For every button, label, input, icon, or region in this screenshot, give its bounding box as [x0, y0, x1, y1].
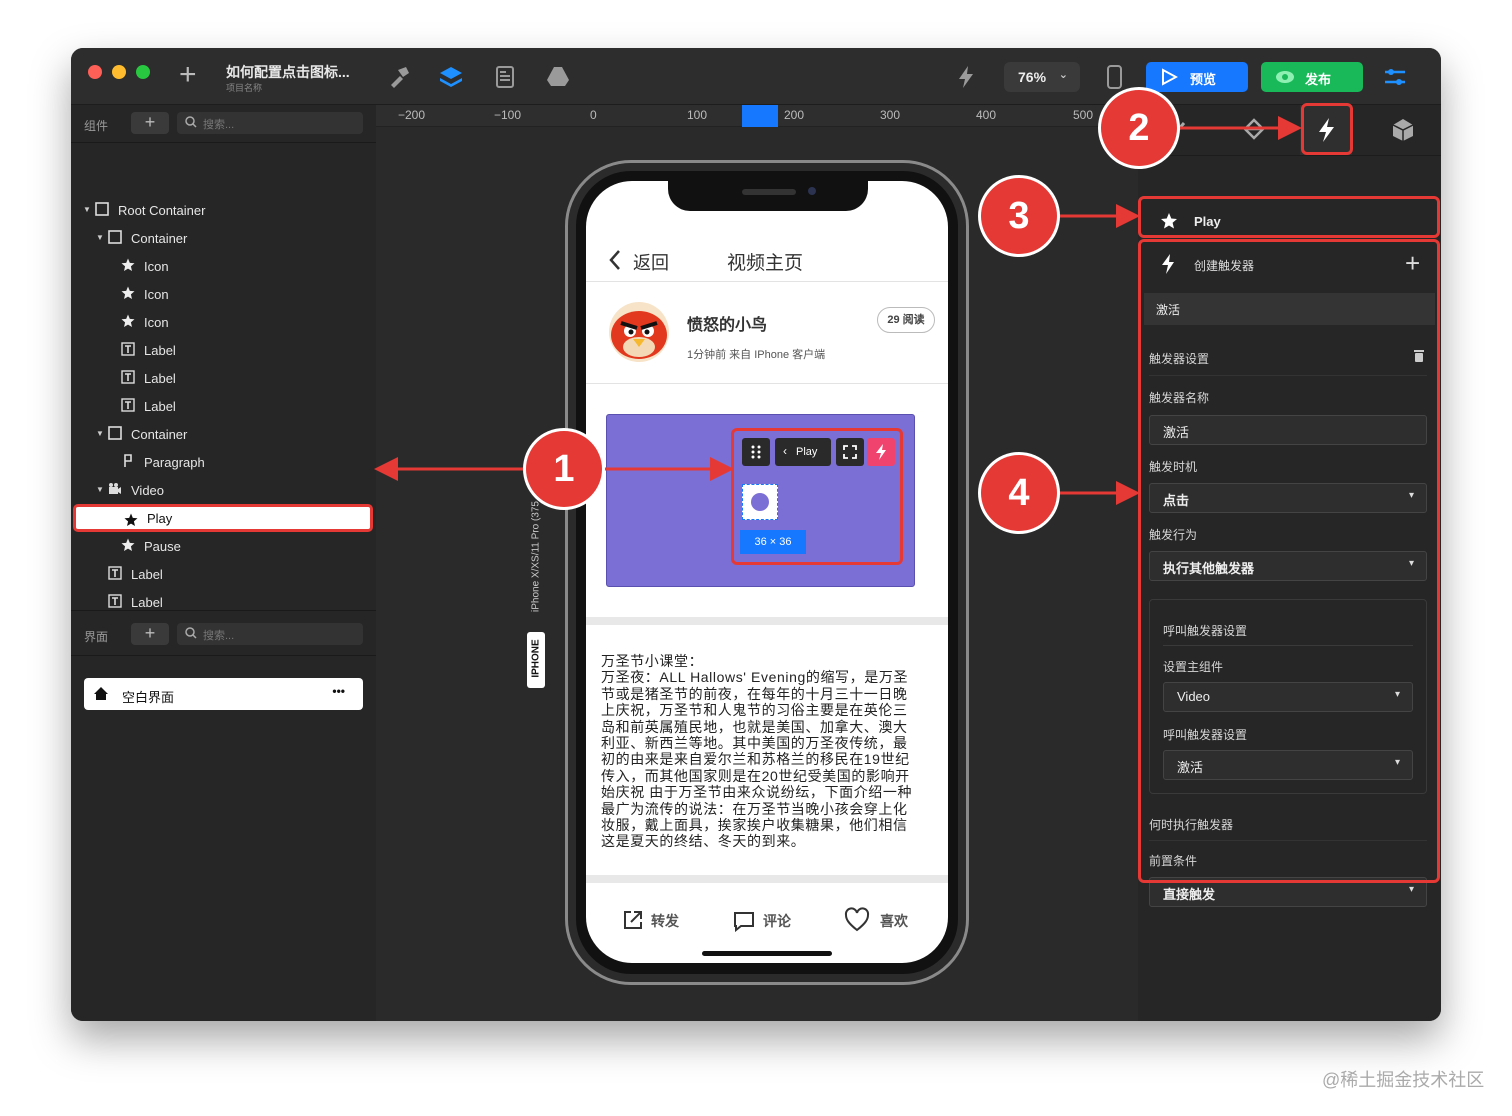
annotation-arrows	[374, 116, 1302, 505]
annotation-marker-2: 2	[1101, 90, 1177, 166]
annotation-marker-4: 4	[981, 455, 1057, 531]
annotation-marker-3: 3	[981, 178, 1057, 254]
watermark: @稀土掘金技术社区	[1322, 1070, 1485, 1090]
annotation-marker-1: 1	[526, 431, 602, 507]
